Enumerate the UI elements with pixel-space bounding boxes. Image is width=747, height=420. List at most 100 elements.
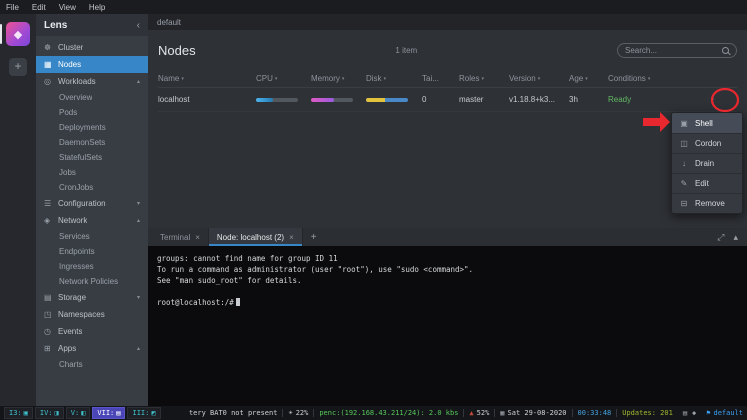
- context-menu-item-edit[interactable]: ✎ Edit: [672, 173, 742, 193]
- menu-view[interactable]: View: [59, 3, 76, 12]
- terminal-prompt-line: root@localhost:/#: [157, 297, 738, 308]
- tab-terminal[interactable]: Terminal ×: [152, 228, 209, 246]
- workspace-icon: ◨: [55, 409, 59, 417]
- expand-dock-icon[interactable]: ⤢: [717, 232, 724, 243]
- tray-icon[interactable]: ▤: [683, 409, 687, 417]
- sidebar-item-statefulsets[interactable]: StatefulSets: [36, 150, 148, 165]
- menu-help[interactable]: Help: [89, 3, 105, 12]
- sidebar-item-cronjobs[interactable]: CronJobs: [36, 180, 148, 195]
- dock: Terminal × Node: localhost (2) × + ⤢ ▴ g…: [148, 228, 747, 406]
- sidebar-item-configuration[interactable]: ☰ Configuration ▾: [36, 195, 148, 212]
- sidebar-item-network-policies[interactable]: Network Policies: [36, 274, 148, 289]
- menu-file[interactable]: File: [6, 3, 19, 12]
- sort-icon: ▾: [481, 76, 484, 82]
- sidebar-item-events[interactable]: ◷ Events: [36, 323, 148, 340]
- sidebar-item-label: Apps: [58, 344, 76, 353]
- sidebar-item-label: Pods: [59, 108, 77, 117]
- sidebar-item-label: Overview: [59, 93, 92, 102]
- sidebar-collapse-icon[interactable]: ‹: [137, 20, 140, 31]
- menu-edit[interactable]: Edit: [32, 3, 46, 12]
- tab-label: Node: localhost (2): [217, 233, 284, 242]
- sidebar-item-label: Nodes: [58, 60, 81, 69]
- workspace-button[interactable]: I3: ▣: [4, 407, 33, 419]
- column-header-memory[interactable]: Memory▾: [311, 74, 366, 83]
- terminal-cursor: [236, 298, 240, 306]
- sidebar-item-overview[interactable]: Overview: [36, 90, 148, 105]
- shell-icon: ▣: [679, 119, 689, 128]
- node-name: localhost: [158, 95, 256, 104]
- sidebar-item-label: CronJobs: [59, 183, 93, 192]
- apps-icon: ⊞: [44, 344, 58, 353]
- sidebar-item-pods[interactable]: Pods: [36, 105, 148, 120]
- sidebar-item-network[interactable]: ◈ Network ▴: [36, 212, 148, 229]
- column-header-version[interactable]: Version▾: [509, 74, 569, 83]
- sidebar-item-ingresses[interactable]: Ingresses: [36, 259, 148, 274]
- search-input[interactable]: [625, 46, 718, 55]
- collapse-dock-icon[interactable]: ▴: [733, 232, 738, 243]
- sidebar-item-apps[interactable]: ⊞ Apps ▴: [36, 340, 148, 357]
- tab-node-shell[interactable]: Node: localhost (2) ×: [209, 228, 303, 246]
- context-menu-item-drain[interactable]: ↓ Drain: [672, 153, 742, 173]
- context-menu-item-remove[interactable]: ⊟ Remove: [672, 193, 742, 213]
- table-header: Name▾ CPU▾ Memory▾ Disk▾ Tai... Roles▾ V…: [158, 70, 737, 88]
- app-title: Lens: [44, 20, 67, 31]
- lens-logo-icon[interactable]: ◆: [6, 22, 30, 46]
- workspace-label: III:: [132, 409, 149, 417]
- version-cell: v1.18.8+k3...: [509, 95, 569, 104]
- sidebar-item-services[interactable]: Services: [36, 229, 148, 244]
- namespaces-icon: ◳: [44, 310, 58, 319]
- drain-icon: ↓: [679, 159, 689, 168]
- cluster-default-badge[interactable]: ⚑ default: [701, 409, 743, 417]
- ready-label: Ready: [608, 95, 631, 104]
- condition-badge[interactable]: Ready: [608, 95, 698, 104]
- workspace-button[interactable]: IV: ◨: [35, 407, 64, 419]
- workspace-button[interactable]: III: ◩: [127, 407, 160, 419]
- page-title: Nodes: [158, 43, 196, 58]
- context-menu-label: Shell: [695, 119, 713, 128]
- sidebar-item-nodes[interactable]: ▦ Nodes: [36, 56, 148, 73]
- disk-cell: [366, 98, 422, 102]
- column-header-taints[interactable]: Tai...: [422, 74, 459, 83]
- cluster-rail: ◆ +: [0, 14, 36, 406]
- add-cluster-button[interactable]: +: [9, 58, 27, 76]
- kebab-menu-icon[interactable]: ⋮: [704, 93, 722, 107]
- app-window: ◆ + Lens ‹ ☸ Cluster ▦ Nodes ◎ Workl: [0, 14, 747, 406]
- new-tab-button[interactable]: +: [303, 232, 325, 243]
- close-icon[interactable]: ×: [289, 233, 294, 242]
- memory-usage-bar: [311, 98, 353, 102]
- chevron-up-icon: ▴: [137, 217, 140, 224]
- column-label: Name: [158, 74, 179, 83]
- column-header-name[interactable]: Name▾: [158, 74, 256, 83]
- column-header-age[interactable]: Age▾: [569, 74, 608, 83]
- sidebar-item-workloads[interactable]: ◎ Workloads ▴: [36, 73, 148, 90]
- sidebar-item-deployments[interactable]: Deployments: [36, 120, 148, 135]
- workspace-button-active[interactable]: VII: ▤: [92, 407, 125, 419]
- context-menu-item-shell[interactable]: ▣ Shell: [672, 113, 742, 133]
- tray-icon[interactable]: ◆: [692, 409, 696, 417]
- sidebar-item-jobs[interactable]: Jobs: [36, 165, 148, 180]
- column-header-roles[interactable]: Roles▾: [459, 74, 509, 83]
- sidebar-item-daemonsets[interactable]: DaemonSets: [36, 135, 148, 150]
- sidebar-item-label: Jobs: [59, 168, 76, 177]
- workloads-icon: ◎: [44, 77, 58, 86]
- context-topbar: default: [148, 14, 747, 30]
- sidebar-item-namespaces[interactable]: ◳ Namespaces: [36, 306, 148, 323]
- sort-icon: ▾: [585, 76, 588, 82]
- cube-glyph: ◆: [14, 28, 22, 41]
- sidebar-item-label: Network Policies: [59, 277, 118, 286]
- column-header-cpu[interactable]: CPU▾: [256, 74, 311, 83]
- statusbar-blocks: tery BAT0 not present ☀22% penc:(192.168…: [184, 409, 743, 417]
- column-header-conditions[interactable]: Conditions▾: [608, 74, 698, 83]
- sidebar-item-storage[interactable]: ▤ Storage ▾: [36, 289, 148, 306]
- sidebar-item-endpoints[interactable]: Endpoints: [36, 244, 148, 259]
- workspace-button[interactable]: V: ◧: [66, 407, 91, 419]
- close-icon[interactable]: ×: [195, 233, 200, 242]
- sidebar-item-cluster[interactable]: ☸ Cluster: [36, 39, 148, 56]
- sidebar-item-charts[interactable]: Charts: [36, 357, 148, 372]
- events-icon: ◷: [44, 327, 58, 336]
- table-row[interactable]: localhost 0 master v1.18.8+k3... 3h Read…: [158, 88, 737, 112]
- terminal-output[interactable]: groups: cannot find name for group ID 11…: [148, 246, 747, 406]
- column-header-disk[interactable]: Disk▾: [366, 74, 422, 83]
- context-menu-item-cordon[interactable]: ◫ Cordon: [672, 133, 742, 153]
- context-menu-label: Edit: [695, 179, 709, 188]
